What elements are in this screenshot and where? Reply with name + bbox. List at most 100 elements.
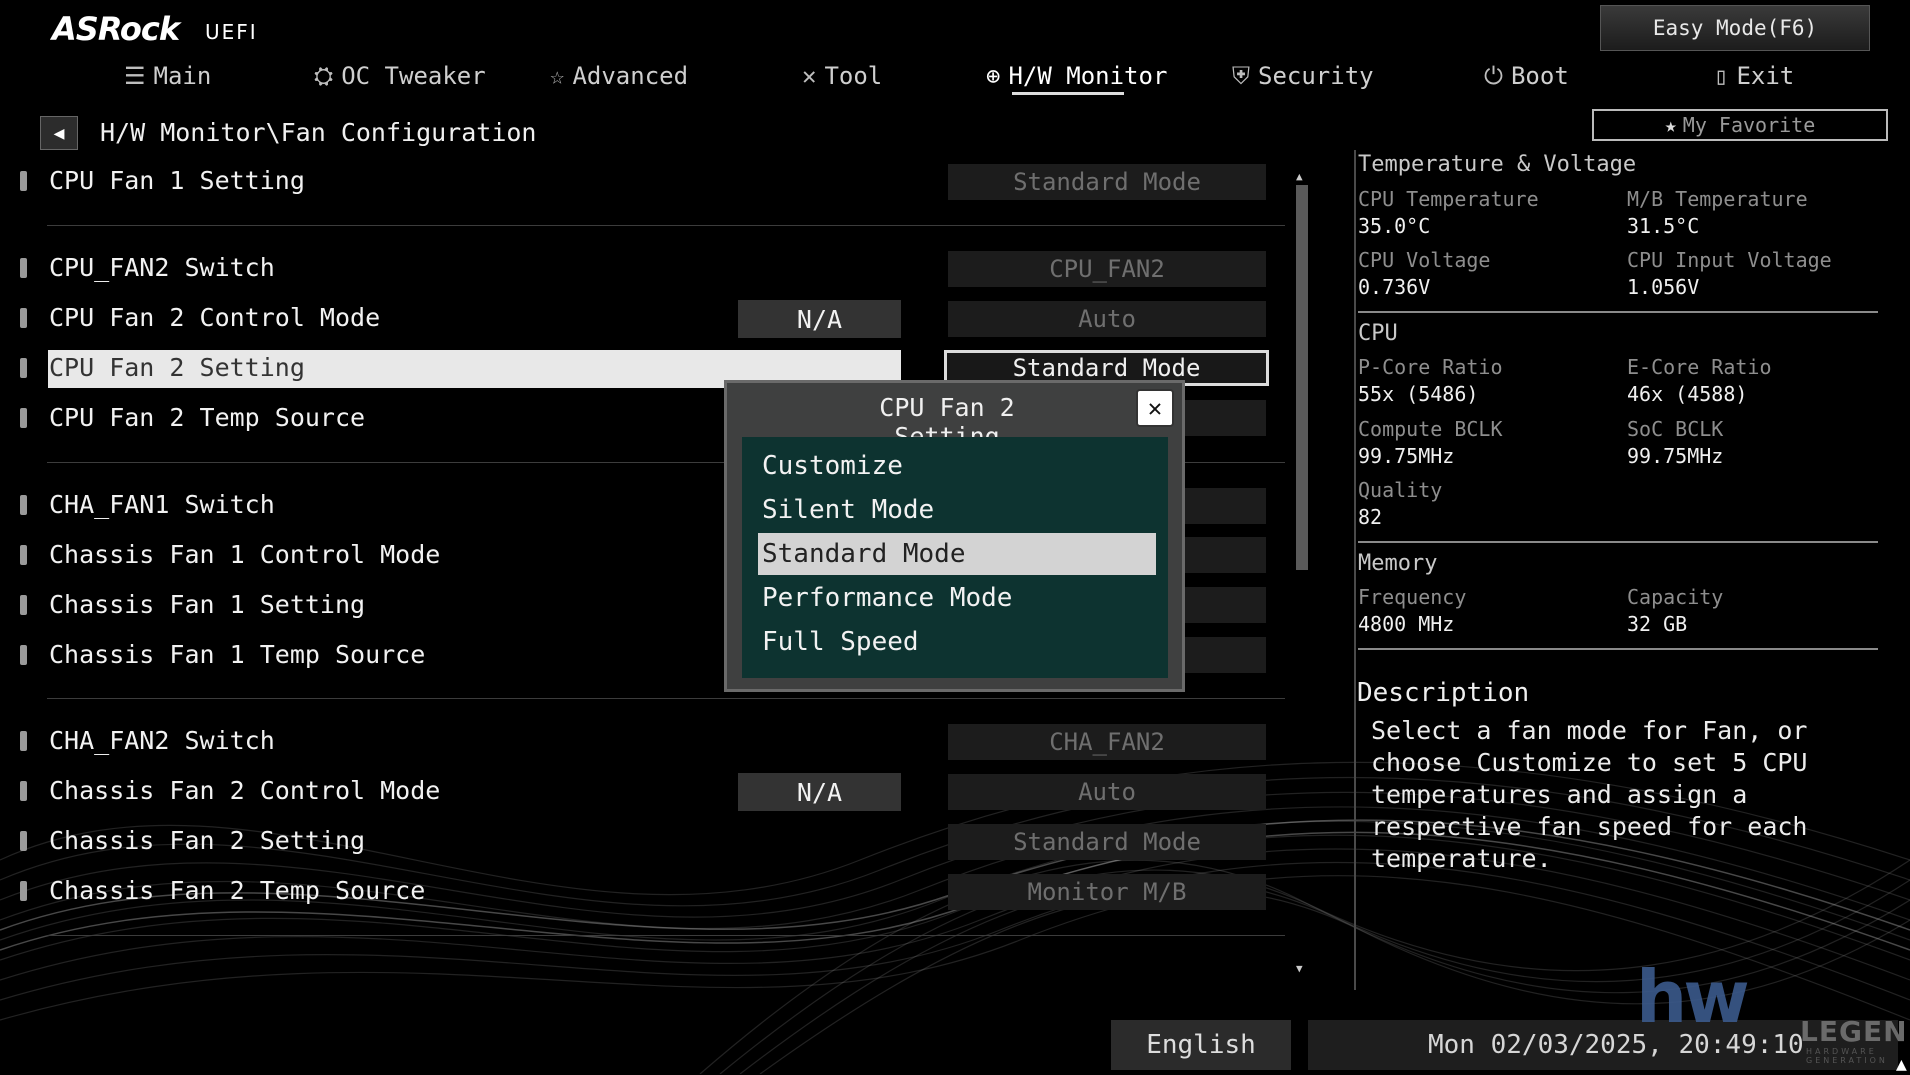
fan-setting-popup: CPU Fan 2 Setting ✕ Customize Silent Mod… [724,380,1185,692]
mem-capacity-label: Capacity [1627,585,1724,609]
rocket-icon: ⛭ [314,62,334,90]
soc-bclk-value: 99.75MHz [1627,444,1724,468]
tab-boot[interactable]: ⏻ Boot [1484,56,1569,96]
bios-screen: ASRock UEFI Easy Mode(F6) ☰ Main ⛭ OC Tw… [0,0,1910,1075]
option-full-speed[interactable]: Full Speed [758,621,1156,663]
setting-chassis-fan1-temp-source[interactable]: Chassis Fan 1 Temp Source [49,640,425,669]
na-readout: N/A [738,300,901,338]
tab-hw-monitor-label: H/W Monitor [1008,62,1168,90]
row-marker [20,308,27,328]
tab-security-label: Security [1258,62,1374,90]
section-divider [47,698,1285,699]
row-marker [20,731,27,751]
row-marker [20,881,27,901]
pcore-ratio-label: P-Core Ratio [1358,355,1503,379]
mem-frequency-value: 4800 MHz [1358,612,1455,636]
breadcrumb: H/W Monitor\Fan Configuration [100,118,537,147]
value-chassis-fan2-setting[interactable]: Standard Mode [948,824,1266,860]
cpu-section-title: CPU [1358,321,1398,346]
watermark-logo: hw [1636,955,1750,1039]
value-cpu-fan2-control-mode[interactable]: Auto [948,301,1266,337]
panel-divider [1358,311,1878,313]
tab-exit[interactable]: ▯ Exit [1714,56,1794,96]
value-chassis-fan2-temp-source[interactable]: Monitor M/B [948,874,1266,910]
row-marker [20,258,27,278]
tools-icon: ✕ [802,62,817,90]
setting-chassis-fan2-control-mode[interactable]: Chassis Fan 2 Control Mode [49,776,440,805]
shield-icon: ⛨ [1232,62,1250,90]
watermark-legend: LEGEND [1800,1015,1910,1048]
row-marker [20,408,27,428]
scrollbar-thumb[interactable] [1296,185,1308,570]
popup-option-list: Customize Silent Mode Standard Mode Perf… [742,437,1168,678]
panel-divider [1358,541,1878,543]
asrock-logo: ASRock [52,10,180,48]
tab-oc-tweaker[interactable]: ⛭ OC Tweaker [314,56,486,96]
cpu-input-voltage-label: CPU Input Voltage [1627,248,1832,272]
easy-mode-button[interactable]: Easy Mode(F6) [1600,5,1870,51]
setting-cpu-fan1-setting[interactable]: CPU Fan 1 Setting [49,166,305,195]
my-favorite-button[interactable]: ★ My Favorite [1592,109,1888,141]
tab-oc-tweaker-label: OC Tweaker [341,62,486,90]
watermark-tagline: HARDWARE GENERATION [1806,1047,1888,1065]
setting-cpu-fan2-switch[interactable]: CPU_FAN2 Switch [49,253,275,282]
star-icon: ☆ [550,62,565,90]
pcore-ratio-value: 55x (5486) [1358,382,1479,406]
setting-chassis-fan2-temp-source[interactable]: Chassis Fan 2 Temp Source [49,876,425,905]
scroll-down-arrow-icon[interactable]: ▼ [1296,962,1303,975]
na-readout: N/A [738,773,901,811]
cpu-temp-label: CPU Temperature [1358,187,1539,211]
row-marker [20,645,27,665]
option-performance-mode[interactable]: Performance Mode [758,577,1156,619]
star-icon: ★ [1664,113,1677,137]
setting-chassis-fan2-setting[interactable]: Chassis Fan 2 Setting [49,826,365,855]
setting-cpu-fan2-control-mode[interactable]: CPU Fan 2 Control Mode [49,303,380,332]
option-silent-mode[interactable]: Silent Mode [758,489,1156,531]
power-icon: ⏻ [1484,62,1503,90]
option-standard-mode[interactable]: Standard Mode [758,533,1156,575]
close-icon[interactable]: ✕ [1136,389,1174,427]
cpu-input-voltage-value: 1.056V [1627,275,1700,299]
setting-cpu-fan2-setting[interactable]: CPU Fan 2 Setting [49,353,305,382]
ecore-ratio-label: E-Core Ratio [1627,355,1772,379]
value-cha-fan2-switch[interactable]: CHA_FAN2 [948,724,1266,760]
active-tab-indicator [1012,92,1124,95]
tab-hw-monitor[interactable]: ⊕ H/W Monitor [986,56,1167,96]
value-cpu-fan2-switch[interactable]: CPU_FAN2 [948,251,1266,287]
setting-chassis-fan1-control-mode[interactable]: Chassis Fan 1 Control Mode [49,540,440,569]
mouse-cursor-icon: ▲ [1896,1054,1907,1075]
tab-tool-label: Tool [824,62,883,90]
scroll-up-arrow-icon[interactable]: ▲ [1296,170,1303,183]
option-customize[interactable]: Customize [758,445,1156,487]
row-marker [20,595,27,615]
my-favorite-label: My Favorite [1682,113,1816,137]
tab-main[interactable]: ☰ Main [124,56,211,96]
temp-voltage-title: Temperature & Voltage [1358,152,1637,177]
language-button[interactable]: English [1111,1020,1291,1070]
section-divider [47,225,1285,226]
tab-tool[interactable]: ✕ Tool [802,56,882,96]
value-cpu-fan1-setting[interactable]: Standard Mode [948,164,1266,200]
tab-advanced[interactable]: ☆ Advanced [550,56,688,96]
exit-door-icon: ▯ [1714,62,1729,90]
setting-cpu-fan2-temp-source[interactable]: CPU Fan 2 Temp Source [49,403,365,432]
section-divider [47,935,1285,936]
setting-cha-fan1-switch[interactable]: CHA_FAN1 Switch [49,490,275,519]
description-text: Select a fan mode for Fan, or choose Cus… [1371,716,1808,873]
setting-chassis-fan1-setting[interactable]: Chassis Fan 1 Setting [49,590,365,619]
compute-bclk-value: 99.75MHz [1358,444,1455,468]
value-chassis-fan2-control-mode[interactable]: Auto [948,774,1266,810]
quality-label: Quality [1358,478,1443,502]
back-arrow-icon: ◀ [53,122,65,144]
cpu-temp-value: 35.0°C [1358,214,1431,238]
list-icon: ☰ [124,62,146,90]
back-button[interactable]: ◀ [40,116,78,150]
quality-value: 82 [1358,505,1383,529]
row-marker [20,781,27,801]
tab-security[interactable]: ⛨ Security [1232,56,1374,96]
row-marker [20,831,27,851]
tab-main-label: Main [153,62,212,90]
cpu-voltage-value: 0.736V [1358,275,1431,299]
row-marker [20,171,27,191]
setting-cha-fan2-switch[interactable]: CHA_FAN2 Switch [49,726,275,755]
